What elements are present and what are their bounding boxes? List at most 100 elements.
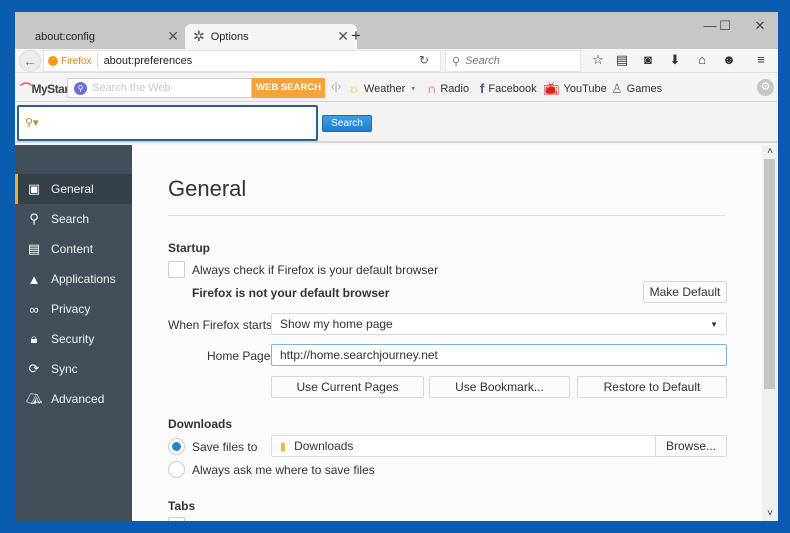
new-tab-button[interactable]: + bbox=[351, 26, 361, 46]
download-folder-value: Downloads bbox=[294, 439, 354, 453]
make-default-button[interactable]: Make Default bbox=[643, 281, 727, 303]
pocket-icon[interactable]: ◙ bbox=[639, 52, 657, 67]
not-default-browser-text: Firefox is not your default browser bbox=[192, 286, 390, 300]
maximize-button[interactable]: ☐ bbox=[715, 18, 735, 34]
tv-icon: 📺︎ bbox=[543, 81, 560, 96]
sidebar-item-security[interactable]: 🔒︎ Security bbox=[15, 324, 132, 354]
hello-icon[interactable]: ☻ bbox=[720, 52, 738, 67]
content-scrollbar[interactable]: ˄ ˅ bbox=[762, 145, 778, 521]
toolbar-item-weather[interactable]: ☼ Weather ▾ bbox=[348, 81, 415, 96]
downloads-heading: Downloads bbox=[168, 417, 233, 431]
bookmarks-menu-icon[interactable]: ▤ bbox=[613, 52, 631, 68]
tabs-heading: Tabs bbox=[168, 499, 196, 513]
sidebar-item-label: Security bbox=[51, 332, 95, 346]
when-starts-label: When Firefox starts: bbox=[168, 318, 276, 332]
headphones-icon: ∩ bbox=[427, 81, 437, 96]
mystart-logo-text: MyStart bbox=[31, 82, 73, 96]
folder-icon: ▮ bbox=[280, 440, 287, 453]
tab-options[interactable]: ✲ Options ✕ bbox=[185, 24, 357, 49]
browse-button[interactable]: Browse... bbox=[655, 435, 727, 457]
sidebar-item-privacy[interactable]: ∞ Privacy bbox=[15, 294, 132, 324]
facebook-icon: f bbox=[480, 81, 485, 96]
preferences-content: General Startup Always check if Firefox … bbox=[132, 145, 762, 521]
title-divider bbox=[168, 215, 726, 216]
tab-about-config[interactable]: about:config ✕ bbox=[15, 24, 187, 49]
sidebar-item-advanced[interactable]: ⛺︎ Advanced bbox=[15, 384, 132, 414]
tabs-checkbox[interactable] bbox=[168, 517, 185, 521]
save-files-label[interactable]: Save files to bbox=[192, 440, 257, 454]
url-text[interactable]: about:preferences bbox=[98, 55, 193, 67]
reload-icon[interactable]: ↻ bbox=[419, 53, 429, 67]
toolbar-search-button[interactable]: Search bbox=[322, 115, 372, 132]
sidebar-item-search[interactable]: ⚲ Search bbox=[15, 204, 132, 234]
home-page-input[interactable]: http://home.searchjourney.net bbox=[271, 344, 727, 366]
toolbar-search-input[interactable]: ⚲▾ bbox=[17, 105, 318, 141]
sidebar-item-content[interactable]: ▤ Content bbox=[15, 234, 132, 264]
navigation-bar: ← Firefox about:preferences ↻ ⚲ Search ☆… bbox=[15, 49, 778, 73]
toolbar-item-youtube[interactable]: 📺︎ YouTube bbox=[543, 81, 607, 97]
close-tab-icon[interactable]: ✕ bbox=[337, 28, 349, 45]
sync-icon: ⟳ bbox=[28, 361, 40, 376]
scroll-down-icon[interactable]: ˅ bbox=[762, 507, 778, 521]
tab-label: about:config bbox=[35, 30, 95, 43]
search-engine-icon[interactable]: ⚲▾ bbox=[25, 116, 39, 129]
startup-heading: Startup bbox=[168, 241, 210, 255]
search-icon: ⚲ bbox=[29, 211, 39, 226]
home-icon[interactable]: ⌂ bbox=[693, 52, 711, 67]
search-icon: ⚲ bbox=[452, 55, 461, 68]
save-files-radio[interactable] bbox=[168, 438, 185, 455]
url-bar[interactable]: Firefox about:preferences bbox=[43, 50, 441, 72]
home-page-label: Home Page: bbox=[207, 349, 274, 363]
close-window-button[interactable]: ✕ bbox=[750, 18, 770, 34]
close-tab-icon[interactable]: ✕ bbox=[167, 28, 179, 45]
joystick-icon: ♙ bbox=[611, 81, 623, 96]
sidebar-item-label: Sync bbox=[51, 362, 78, 376]
scrollbar-thumb[interactable] bbox=[764, 159, 775, 389]
home-page-value: http://home.searchjourney.net bbox=[280, 348, 438, 362]
browser-window: about:config ✕ ✲ Options ✕ + — ☐ ✕ ← Fir… bbox=[15, 12, 778, 521]
sidebar-item-label: General bbox=[51, 182, 94, 196]
preferences-sidebar: ▣ General ⚲ Search ▤ Content ▲ Applicati… bbox=[15, 145, 132, 521]
toolbar-item-facebook[interactable]: f Facebook bbox=[480, 81, 537, 96]
general-icon: ▣ bbox=[27, 181, 41, 196]
when-starts-select[interactable]: Show my home page ▼ bbox=[271, 313, 727, 335]
sidebar-item-label: Content bbox=[51, 242, 94, 256]
gear-icon: ✲ bbox=[193, 28, 205, 44]
sidebar-item-sync[interactable]: ⟳ Sync bbox=[15, 354, 132, 384]
firefox-icon bbox=[48, 56, 58, 66]
scroll-up-icon[interactable]: ˄ bbox=[762, 145, 778, 159]
rocket-icon: ▲ bbox=[27, 271, 41, 287]
always-ask-label[interactable]: Always ask me where to save files bbox=[192, 463, 375, 477]
search-box[interactable]: ⚲ Search bbox=[445, 50, 581, 72]
item-label: Radio bbox=[440, 82, 470, 95]
identity-badge[interactable]: Firefox bbox=[44, 53, 98, 69]
default-browser-checkbox[interactable] bbox=[168, 261, 185, 278]
download-folder-field[interactable]: ▮ Downloads bbox=[271, 435, 657, 457]
lock-icon: 🔒︎ bbox=[30, 331, 38, 346]
mystart-search-input[interactable]: ⚲ Search the Web bbox=[67, 78, 252, 98]
item-label: Games bbox=[626, 83, 663, 95]
settings-gear-icon[interactable]: ⚙ bbox=[757, 79, 774, 96]
tab-strip: about:config ✕ ✲ Options ✕ + — ☐ ✕ bbox=[15, 12, 778, 49]
wizard-hat-icon: ⛺︎ bbox=[26, 391, 43, 406]
web-search-button[interactable]: WEB SEARCH bbox=[252, 78, 325, 98]
use-current-pages-button[interactable]: Use Current Pages bbox=[271, 376, 424, 398]
always-ask-radio[interactable] bbox=[168, 461, 185, 478]
chevron-down-icon[interactable]: ▾ bbox=[411, 84, 415, 93]
toolbar-item-games[interactable]: ♙ Games bbox=[611, 81, 662, 97]
toolbar-item-radio[interactable]: ∩ Radio bbox=[427, 81, 469, 96]
hamburger-menu-icon[interactable]: ≡ bbox=[752, 52, 770, 67]
mystart-logo[interactable]: ⌒MyStart bbox=[20, 80, 73, 97]
use-bookmark-button[interactable]: Use Bookmark... bbox=[429, 376, 570, 398]
default-browser-check-label[interactable]: Always check if Firefox is your default … bbox=[192, 263, 438, 277]
download-icon[interactable]: ⬇ bbox=[666, 52, 684, 68]
back-button[interactable]: ← bbox=[19, 50, 41, 72]
restore-default-button[interactable]: Restore to Default bbox=[577, 376, 727, 398]
item-label: Facebook bbox=[488, 82, 537, 95]
search-toolbar: ⚲▾ Search bbox=[15, 103, 778, 143]
sidebar-item-applications[interactable]: ▲ Applications bbox=[15, 264, 132, 294]
mystart-toolbar: ⌒MyStart ⚲ Search the Web WEB SEARCH ‹|›… bbox=[15, 74, 778, 102]
sidebar-item-label: Advanced bbox=[51, 392, 105, 406]
sidebar-item-general[interactable]: ▣ General bbox=[15, 174, 132, 204]
bookmark-star-icon[interactable]: ☆ bbox=[589, 52, 607, 68]
